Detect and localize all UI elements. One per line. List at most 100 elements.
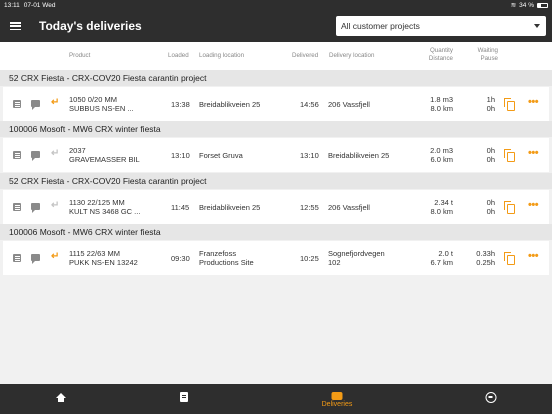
chevron-down-icon: [534, 24, 540, 28]
nav-driving[interactable]: [451, 384, 531, 414]
product-cell: 1115 22/63 MM PUKK NS-EN 13242: [69, 249, 138, 267]
delivery-row[interactable]: ↵ 1115 22/63 MM PUKK NS-EN 13242 09:30 Franz…: [3, 241, 549, 275]
chat-icon[interactable]: [31, 151, 40, 161]
more-icon[interactable]: •••: [528, 251, 539, 262]
pause-value: 0h: [486, 104, 495, 113]
bottom-nav: Deliveries: [0, 384, 552, 414]
document-icon[interactable]: [13, 100, 21, 108]
page-title: Today's deliveries: [39, 19, 142, 33]
delivery-location: 206 Vassfjell: [328, 100, 370, 109]
delivery-location-cell: 206 Vassfjell: [328, 100, 370, 109]
copy-icon[interactable]: [504, 149, 515, 162]
loading-location: Breidablikveien 25: [199, 203, 261, 212]
col-waiting: Waiting: [477, 47, 498, 54]
pause-value: 0h: [486, 155, 495, 164]
product-name: KULT NS 3468 GC ...: [69, 207, 141, 216]
menu-icon[interactable]: [10, 22, 21, 30]
more-icon[interactable]: •••: [528, 200, 539, 211]
loading-location-cell: Franzefoss Productions Site: [199, 249, 254, 267]
truck-icon: [331, 392, 343, 400]
delivery-location-line2: 102: [328, 258, 341, 267]
return-arrow-icon[interactable]: ↵: [51, 201, 59, 211]
waiting-pause-cell: 1h 0h: [463, 95, 495, 113]
waiting-pause-cell: 0.33h 0.25h: [463, 249, 495, 267]
col-loading-location: Loading location: [199, 52, 245, 59]
quantity-distance-cell: 2.0 m3 6.0 km: [413, 146, 453, 164]
loaded-time: 13:38: [171, 100, 190, 109]
chat-icon[interactable]: [31, 203, 40, 213]
col-loaded: Loaded: [168, 52, 189, 59]
status-time: 13:11: [4, 1, 20, 9]
return-arrow-icon[interactable]: ↵: [51, 149, 59, 159]
waiting-value: 0h: [486, 198, 495, 207]
status-bar: 13:11 07-01 Wed ≋ 34 %: [0, 0, 552, 10]
chat-icon[interactable]: [31, 254, 40, 264]
delivery-row[interactable]: ↵ 1050 0/20 MM SUBBUS NS-EN ... 13:38 Breida…: [3, 87, 549, 121]
clipboard-icon: [180, 392, 188, 402]
loading-location: Franzefoss: [199, 249, 237, 258]
loaded-time: 09:30: [171, 254, 190, 263]
product-name: SUBBUS NS-EN ...: [69, 104, 134, 113]
quantity-value: 2.34 t: [434, 198, 453, 207]
col-pause: Pause: [480, 55, 498, 62]
app-bar: Today's deliveries All customer projects: [0, 10, 552, 42]
distance-value: 8.0 km: [430, 104, 453, 113]
document-icon[interactable]: [13, 254, 21, 262]
home-icon: [56, 393, 66, 402]
product-cell: 2037 GRAVEMASSER BIL: [69, 146, 140, 164]
delivery-row[interactable]: ↵ 1130 22/125 MM KULT NS 3468 GC ... 11:45 B…: [3, 190, 549, 224]
loading-location: Breidablikveien 25: [199, 100, 261, 109]
loading-location: Forset Gruva: [199, 151, 243, 160]
delivery-row[interactable]: ↵ 2037 GRAVEMASSER BIL 13:10 Forset Gruva 13:…: [3, 138, 549, 172]
column-headers: Product Loaded Loading location Delivere…: [0, 42, 552, 70]
copy-icon[interactable]: [504, 98, 515, 111]
steering-wheel-icon: [485, 392, 497, 403]
delivery-location-cell: Sognefjordvegen 102: [328, 249, 385, 267]
delivered-time: 12:55: [300, 203, 319, 212]
quantity-distance-cell: 2.34 t 8.0 km: [413, 198, 453, 216]
product-cell: 1130 22/125 MM KULT NS 3468 GC ...: [69, 198, 140, 216]
return-arrow-icon[interactable]: ↵: [51, 252, 59, 262]
wifi-icon: ≋: [510, 2, 517, 9]
project-filter-select[interactable]: All customer projects: [336, 16, 546, 36]
nav-home[interactable]: [21, 384, 101, 414]
product-code: 1050 0/20 MM: [69, 95, 117, 104]
group-header: 52 CRX Fiesta - CRX-COV20 Fiesta caranti…: [0, 173, 552, 189]
product-cell: 1050 0/20 MM SUBBUS NS-EN ...: [69, 95, 134, 113]
distance-value: 8.0 km: [430, 207, 453, 216]
return-arrow-icon[interactable]: ↵: [51, 98, 59, 108]
waiting-pause-cell: 0h 0h: [463, 146, 495, 164]
nav-deliveries[interactable]: Deliveries: [297, 384, 377, 414]
loaded-time: 13:10: [171, 151, 190, 160]
chat-icon[interactable]: [31, 100, 40, 110]
delivered-time: 13:10: [300, 151, 319, 160]
pause-value: 0.25h: [476, 258, 495, 267]
more-icon[interactable]: •••: [528, 148, 539, 159]
document-icon[interactable]: [13, 151, 21, 159]
distance-value: 6.7 km: [430, 258, 453, 267]
col-product: Product: [69, 52, 91, 59]
nav-tasks[interactable]: [144, 384, 224, 414]
delivery-location: Sognefjordvegen: [328, 249, 385, 258]
quantity-value: 2.0 t: [438, 249, 453, 258]
loaded-time: 11:45: [171, 203, 190, 212]
group-header: 100006 Mosoft - MW6 CRX winter fiesta: [0, 121, 552, 137]
quantity-distance-cell: 2.0 t 6.7 km: [413, 249, 453, 267]
product-code: 1115 22/63 MM: [69, 249, 121, 258]
loading-location-cell: Breidablikveien 25: [199, 100, 260, 109]
copy-icon[interactable]: [504, 201, 515, 214]
delivery-location: 206 Vassfjell: [328, 203, 370, 212]
group-header: 52 CRX Fiesta - CRX-COV20 Fiesta caranti…: [0, 70, 552, 86]
delivered-time: 14:56: [300, 100, 319, 109]
loading-location-cell: Forset Gruva: [199, 151, 243, 160]
product-code: 1130 22/125 MM: [69, 198, 125, 207]
quantity-value: 2.0 m3: [430, 146, 453, 155]
battery-icon: [537, 2, 548, 8]
more-icon[interactable]: •••: [528, 97, 539, 108]
loading-location-cell: Breidablikveien 25: [199, 203, 260, 212]
col-distance: Distance: [428, 55, 453, 62]
copy-icon[interactable]: [504, 252, 515, 265]
product-code: 2037: [69, 146, 86, 155]
document-icon[interactable]: [13, 203, 21, 211]
group-header: 100006 Mosoft - MW6 CRX winter fiesta: [0, 224, 552, 240]
